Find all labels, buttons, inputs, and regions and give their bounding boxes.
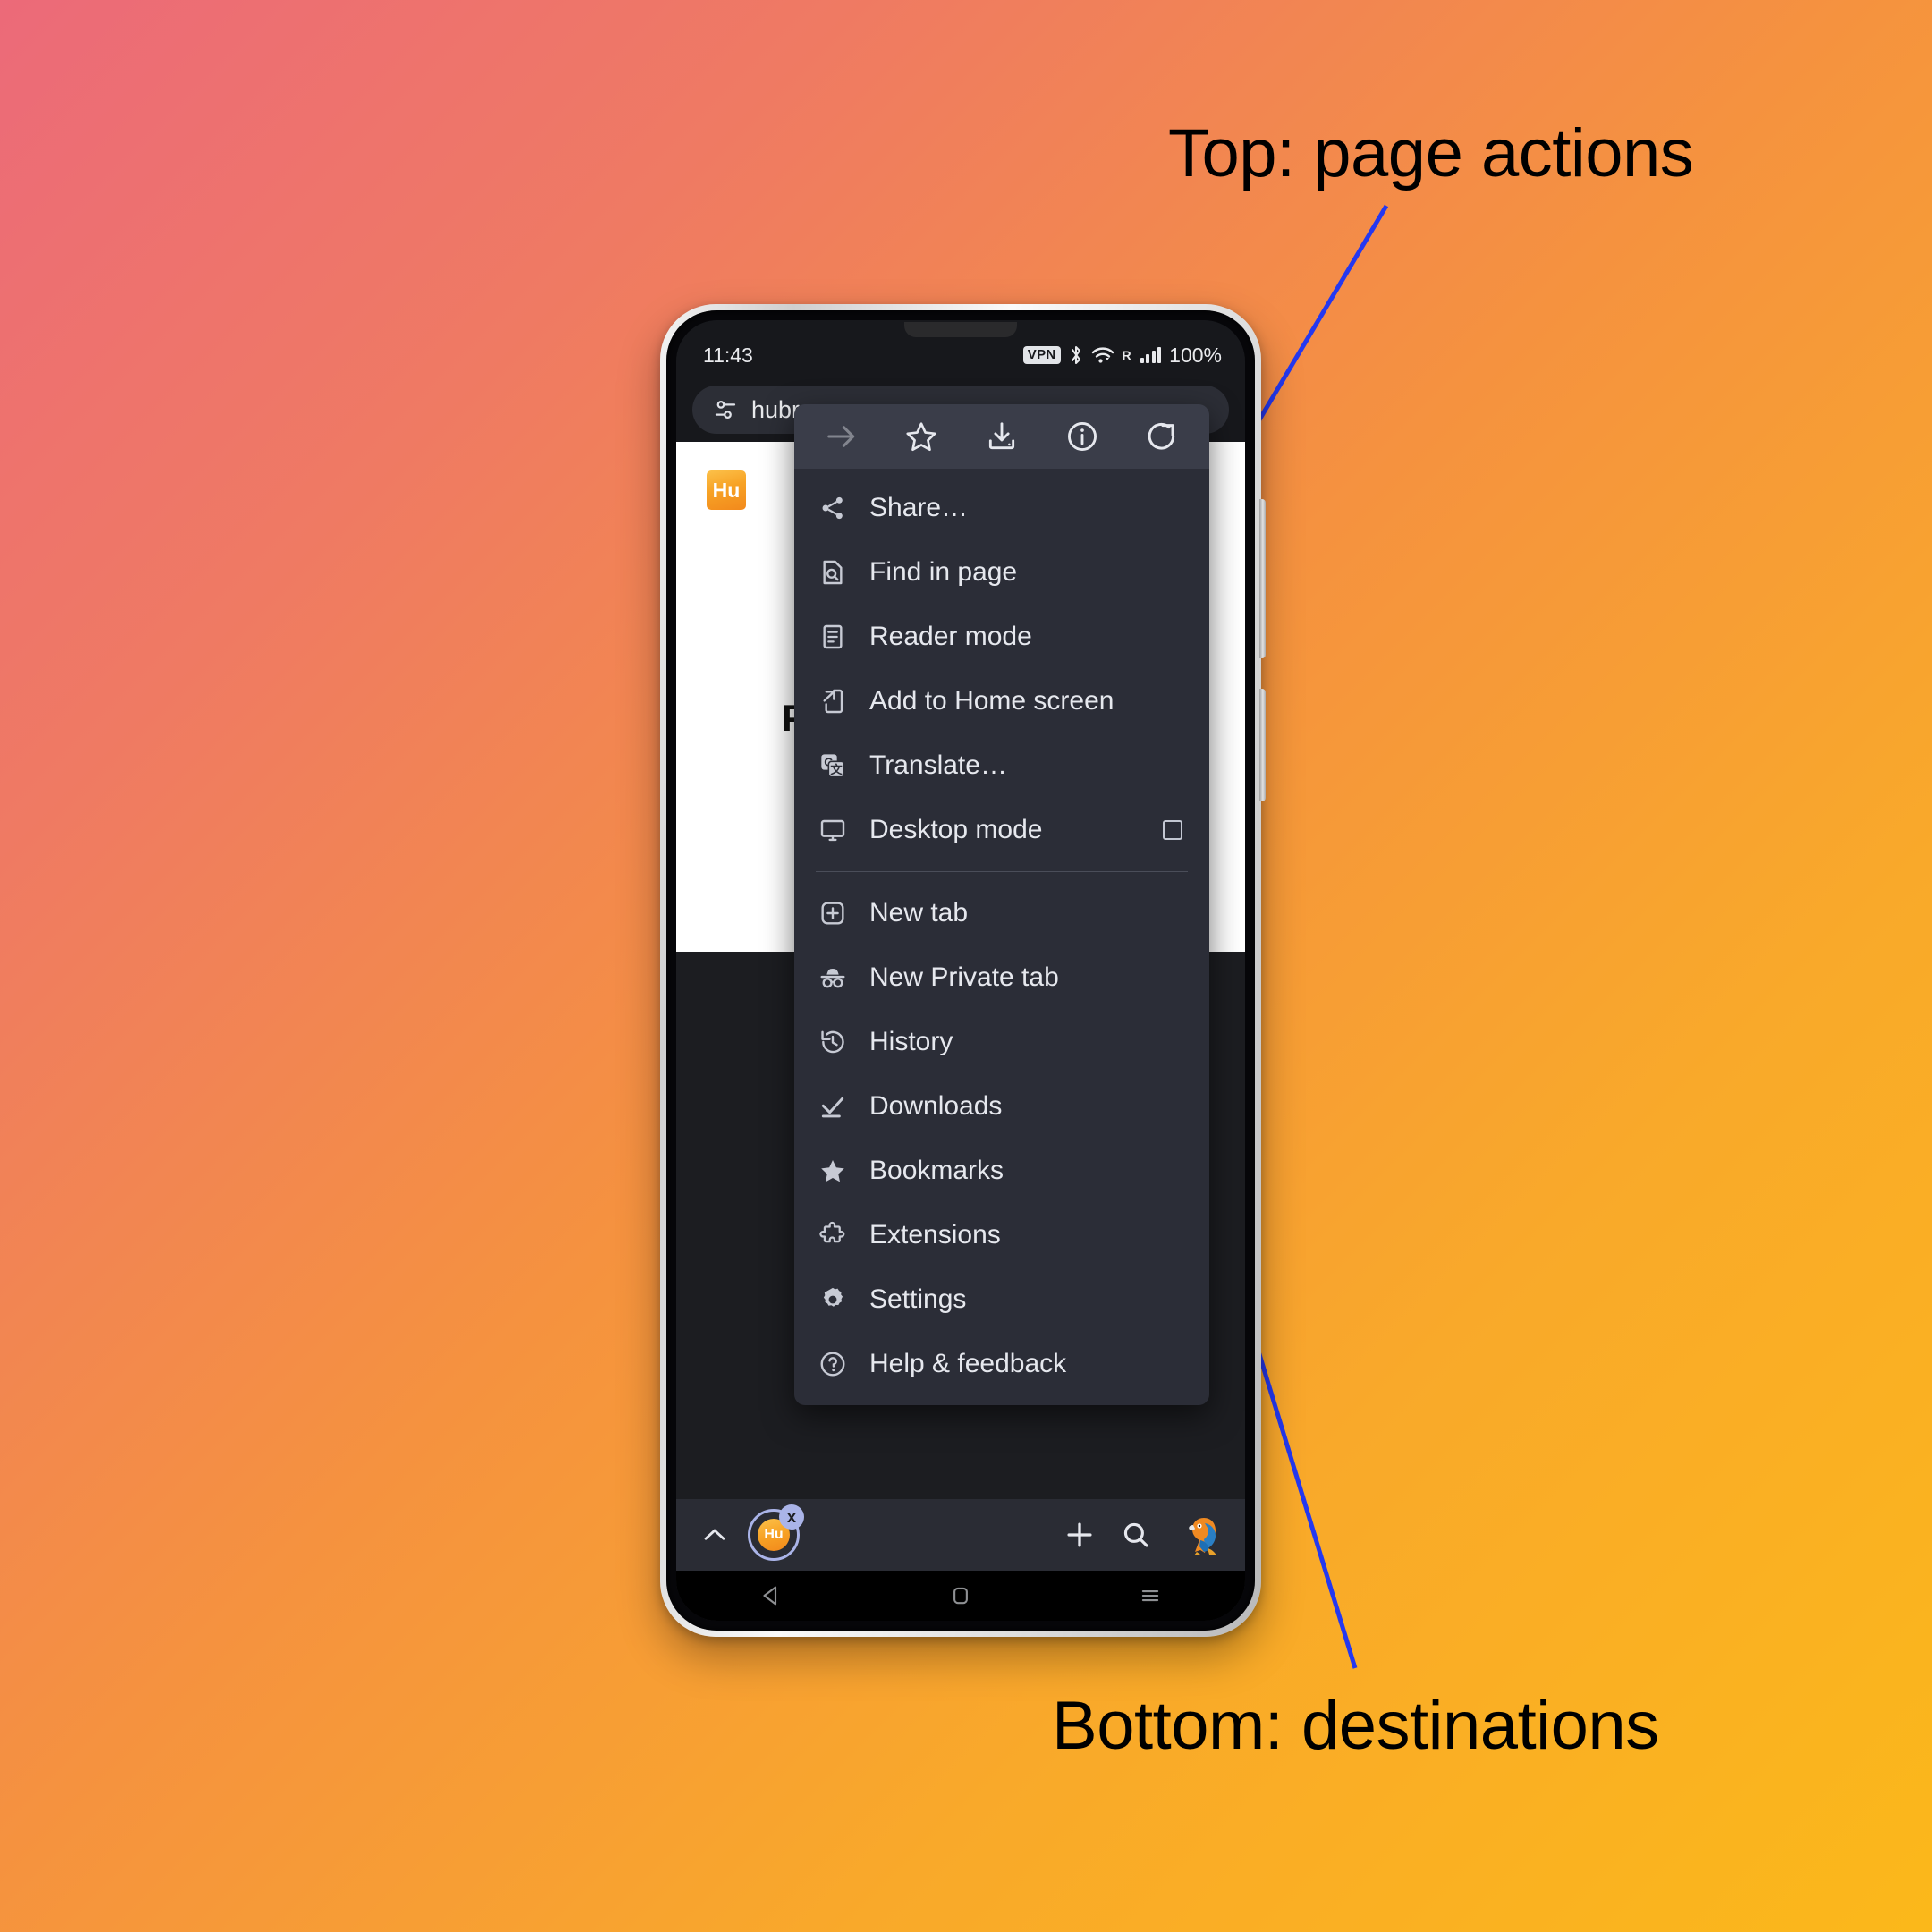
menu-item-bookmarks[interactable]: Bookmarks (794, 1139, 1209, 1203)
status-time: 11:43 (703, 343, 753, 367)
back-triangle-icon[interactable] (758, 1582, 784, 1609)
active-tab-chip[interactable]: Hu x (748, 1504, 804, 1561)
overflow-menu: Share… Find in page Reader mode Add to H… (794, 404, 1209, 1405)
bookmark-button[interactable] (896, 411, 946, 462)
signal-strength-icon (1140, 347, 1162, 363)
menu-item-label: New tab (869, 898, 969, 928)
menu-item-label: Settings (869, 1284, 967, 1314)
wifi-icon (1091, 346, 1114, 364)
desktop-icon (818, 815, 848, 845)
site-logo: Hu (707, 470, 746, 510)
search-icon[interactable] (1120, 1519, 1152, 1551)
recents-lines-icon[interactable] (1137, 1582, 1164, 1609)
new-tab-plus-icon[interactable] (1063, 1518, 1097, 1552)
notch-pill (904, 322, 1017, 337)
extensions-icon (818, 1220, 848, 1250)
power-button[interactable] (1259, 689, 1266, 801)
reader-mode-icon (818, 622, 848, 652)
menu-item-translate[interactable]: G 文 Translate… (794, 733, 1209, 798)
menu-item-find-in-page[interactable]: Find in page (794, 540, 1209, 605)
add-to-home-icon (818, 686, 848, 716)
android-nav-bar (676, 1571, 1245, 1621)
chevron-up-icon[interactable] (699, 1520, 730, 1550)
find-in-page-icon (818, 557, 848, 588)
menu-item-new-private-tab[interactable]: New Private tab (794, 945, 1209, 1010)
menu-page-actions-row (794, 404, 1209, 469)
menu-item-label: Reader mode (869, 622, 1032, 651)
menu-item-label: Add to Home screen (869, 686, 1114, 716)
menu-item-new-tab[interactable]: New tab (794, 881, 1209, 945)
menu-item-label: Help & feedback (869, 1349, 1067, 1378)
annotation-bottom-label: Bottom: destinations (1052, 1688, 1659, 1764)
browser-bottom-toolbar: Hu x (676, 1499, 1245, 1571)
forward-button[interactable] (817, 411, 867, 462)
phone-mockup: 11:43 VPN R 100% hubrow Hu Share… Find i… (660, 304, 1266, 1637)
battery-percent: 100% (1169, 343, 1222, 367)
gear-icon (818, 1284, 848, 1315)
share-icon (818, 493, 848, 523)
menu-items: Share… Find in page Reader mode Add to H… (794, 469, 1209, 1396)
reload-button[interactable] (1137, 411, 1187, 462)
screenshot-canvas: Top: page actions Bottom: destinations 1… (0, 0, 1932, 1932)
menu-item-help-feedback[interactable]: Help & feedback (794, 1332, 1209, 1396)
home-square-icon[interactable] (947, 1582, 974, 1609)
menu-item-history[interactable]: History (794, 1010, 1209, 1074)
menu-item-label: Share… (869, 493, 969, 522)
roaming-indicator: R (1122, 348, 1131, 362)
private-tab-icon (818, 962, 848, 993)
menu-item-extensions[interactable]: Extensions (794, 1203, 1209, 1267)
menu-item-settings[interactable]: Settings (794, 1267, 1209, 1332)
svg-text:文: 文 (830, 762, 843, 776)
menu-item-share[interactable]: Share… (794, 476, 1209, 540)
history-icon (818, 1027, 848, 1057)
menu-item-label: History (869, 1027, 953, 1056)
translate-icon: G 文 (818, 750, 848, 781)
vpn-badge: VPN (1022, 346, 1061, 364)
menu-item-label: Find in page (869, 557, 1018, 587)
tune-icon[interactable] (712, 396, 739, 423)
menu-item-desktop-mode[interactable]: Desktop mode (794, 798, 1209, 862)
menu-item-label: Desktop mode (869, 815, 1043, 844)
volume-button[interactable] (1259, 499, 1266, 658)
menu-item-label: Bookmarks (869, 1156, 1004, 1185)
help-circle-icon (818, 1349, 848, 1379)
downloads-icon (818, 1091, 848, 1122)
new-tab-icon (818, 898, 848, 928)
browser-chrome: hubrow Hu P (676, 377, 1245, 1621)
star-filled-icon (818, 1156, 848, 1186)
menu-item-label: Extensions (869, 1220, 1001, 1250)
menu-item-label: Downloads (869, 1091, 1003, 1121)
phone-screen: 11:43 VPN R 100% hubrow Hu Share… Find i… (676, 320, 1245, 1621)
menu-item-label: New Private tab (869, 962, 1059, 992)
menu-item-add-to-home-screen[interactable]: Add to Home screen (794, 669, 1209, 733)
close-icon[interactable]: x (779, 1504, 804, 1530)
page-info-button[interactable] (1057, 411, 1107, 462)
menu-divider (816, 871, 1188, 872)
menu-item-reader-mode[interactable]: Reader mode (794, 605, 1209, 669)
desktop-mode-checkbox[interactable] (1163, 820, 1182, 840)
annotation-top-label: Top: page actions (1168, 115, 1694, 191)
bluetooth-icon (1069, 344, 1083, 366)
download-button[interactable] (977, 411, 1027, 462)
menu-item-downloads[interactable]: Downloads (794, 1074, 1209, 1139)
menu-item-label: Translate… (869, 750, 1007, 780)
parrot-avatar[interactable] (1177, 1513, 1222, 1557)
